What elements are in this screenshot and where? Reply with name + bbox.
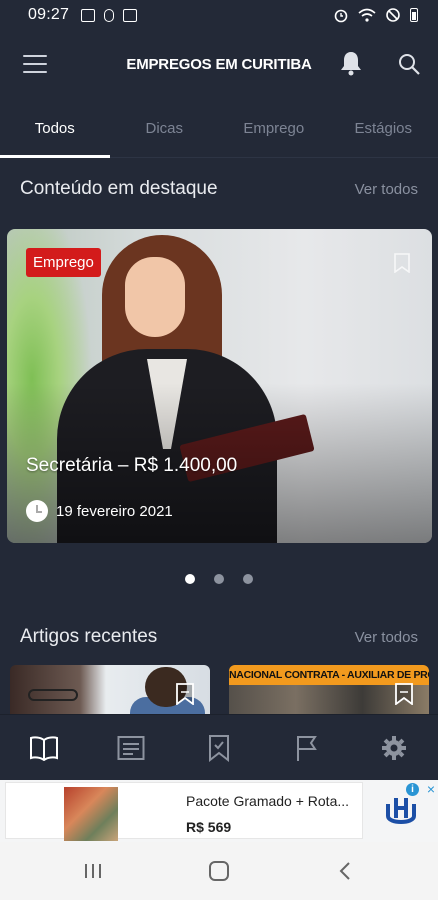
battery-icon	[410, 8, 418, 22]
ad-banner: Pacote Gramado + Rota... R$ 569 i ×	[0, 780, 438, 842]
ad-title: Pacote Gramado + Rota...	[186, 793, 350, 809]
do-not-disturb-icon	[386, 8, 400, 22]
featured-section-header: Conteúdo em destaque Ver todos	[20, 178, 418, 200]
bookmark-icon	[208, 734, 229, 762]
system-navigation-bar	[0, 842, 438, 900]
nav-home-button[interactable]	[22, 726, 66, 770]
ad-price: R$ 569	[186, 819, 232, 835]
carousel-dot-3[interactable]	[243, 574, 253, 584]
clock-icon	[26, 500, 48, 522]
thumb-photo-glasses	[28, 689, 78, 701]
download-notification-icon	[104, 8, 115, 22]
back-chevron-icon	[339, 862, 350, 880]
recent-article-card-1[interactable]	[10, 665, 210, 715]
system-status-icons	[333, 7, 418, 23]
app-bar: EMPREGOS EM CURITIBA	[0, 30, 438, 98]
featured-card[interactable]: Emprego Secretária – R$ 1.400,00 19 feve…	[7, 229, 432, 543]
gallery-notification-icon	[81, 8, 96, 22]
tab-emprego[interactable]: Emprego	[219, 98, 329, 157]
featured-section-title: Conteúdo em destaque	[20, 178, 218, 199]
recent-section-title: Artigos recentes	[20, 626, 158, 647]
nav-saved-button[interactable]	[197, 726, 241, 770]
featured-card-date-text: 19 fevereiro 2021	[56, 502, 173, 520]
tab-estagios[interactable]: Estágios	[329, 98, 438, 157]
search-icon[interactable]	[397, 52, 421, 76]
tab-dicas[interactable]: Dicas	[110, 98, 220, 157]
recent-section-header: Artigos recentes Ver todos	[20, 626, 418, 648]
notification-icons	[81, 8, 138, 22]
recent-apps-icon	[85, 864, 101, 878]
flag-icon	[296, 735, 317, 761]
back-button[interactable]	[325, 851, 365, 891]
ad-info-icon[interactable]: i	[406, 783, 419, 796]
ad-content[interactable]: Pacote Gramado + Rota... R$ 569	[5, 782, 363, 841]
bookmark-icon[interactable]	[176, 683, 194, 705]
card-photo-face	[125, 257, 185, 337]
recent-article-card-2[interactable]: NACIONAL CONTRATA - AUXILIAR DE PROD	[229, 665, 429, 715]
thumb-banner-text: NACIONAL CONTRATA - AUXILIAR DE PROD	[229, 665, 429, 685]
nav-news-button[interactable]	[109, 726, 153, 770]
bottom-navigation	[0, 714, 438, 780]
featured-card-title: Secretária – R$ 1.400,00	[26, 455, 238, 476]
keyboard-notification-icon	[123, 8, 138, 22]
home-icon	[209, 861, 229, 881]
open-book-icon	[29, 735, 58, 761]
status-time: 09:27	[28, 6, 70, 23]
ad-close-icon[interactable]: ×	[427, 781, 435, 797]
wifi-icon	[358, 8, 376, 22]
nav-settings-button[interactable]	[372, 726, 416, 770]
gear-icon	[382, 735, 407, 760]
featured-card-date: 19 fevereiro 2021	[26, 500, 173, 522]
newspaper-icon	[117, 735, 145, 760]
alarm-icon	[334, 9, 348, 23]
carousel-dot-2[interactable]	[214, 574, 224, 584]
featured-see-all-link[interactable]: Ver todos	[355, 181, 418, 198]
nav-report-button[interactable]	[285, 726, 329, 770]
status-bar: 09:27	[0, 0, 438, 30]
bookmark-icon[interactable]	[395, 683, 413, 705]
recent-apps-button[interactable]	[73, 851, 113, 891]
app-screen: 09:27 EMPREGOS EM CURITIBA Todos Dicas E…	[0, 0, 438, 900]
category-badge: Emprego	[26, 248, 101, 277]
notifications-bell-icon[interactable]	[339, 50, 363, 76]
recent-see-all-link[interactable]: Ver todos	[355, 629, 418, 646]
home-button[interactable]	[199, 851, 239, 891]
category-tabs: Todos Dicas Emprego Estágios	[0, 98, 438, 158]
app-title: EMPREGOS EM CURITIBA	[126, 56, 312, 73]
ad-image	[64, 787, 118, 841]
advertiser-logo-icon[interactable]	[378, 788, 424, 834]
carousel-indicator	[0, 574, 438, 584]
tab-todos[interactable]: Todos	[0, 98, 110, 158]
carousel-dot-1[interactable]	[185, 574, 195, 584]
bookmark-icon[interactable]	[394, 253, 410, 273]
